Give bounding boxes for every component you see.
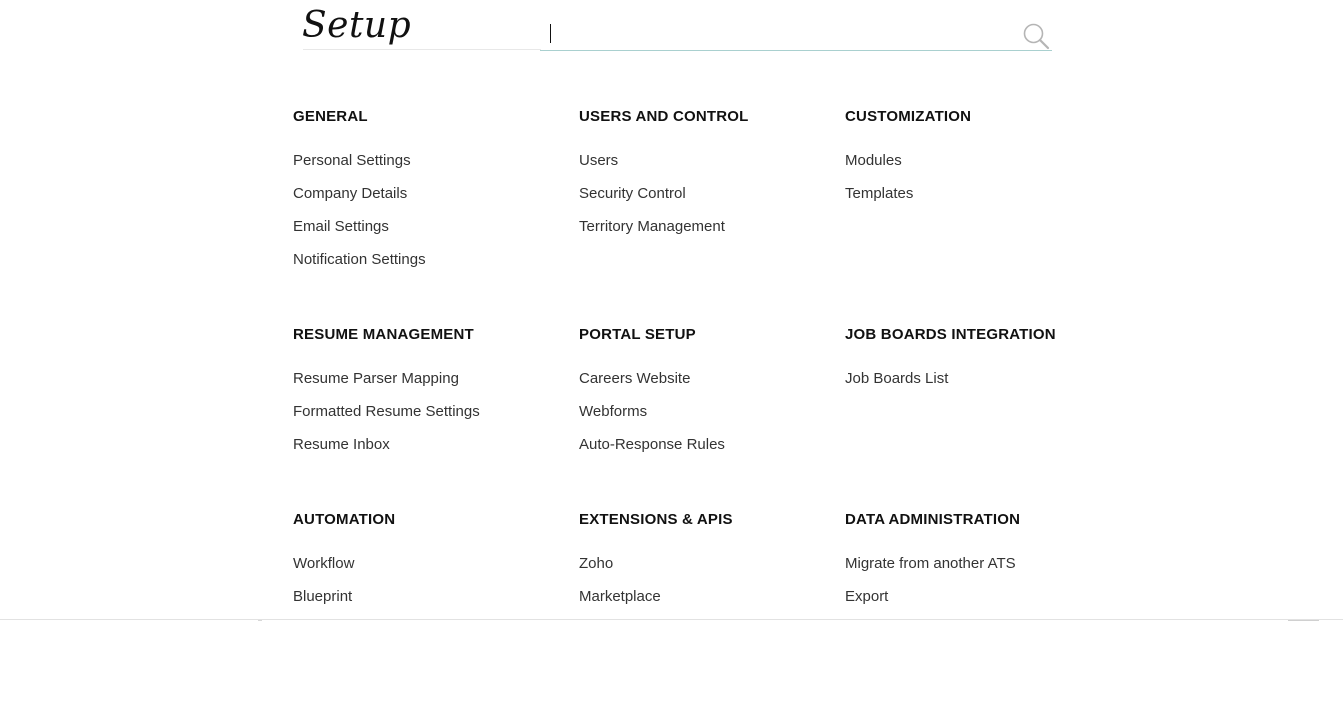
setup-page: Setup GENERAL Personal Settings Company … xyxy=(0,0,1343,720)
section-heading: EXTENSIONS & APIS xyxy=(579,511,733,528)
section-heading: USERS AND CONTROL xyxy=(579,108,749,125)
section-heading: AUTOMATION xyxy=(293,511,396,528)
search-input[interactable] xyxy=(550,18,1010,48)
section-automation: AUTOMATION Workflow Blueprint xyxy=(293,511,396,605)
title-divider xyxy=(303,49,541,50)
section-heading: PORTAL SETUP xyxy=(579,326,696,343)
section-links: Zoho Marketplace xyxy=(579,547,661,613)
link-templates[interactable]: Templates xyxy=(845,177,913,210)
link-export[interactable]: Export xyxy=(845,580,1016,613)
text-caret xyxy=(550,24,551,43)
link-zoho[interactable]: Zoho xyxy=(579,547,661,580)
page-title: Setup xyxy=(302,5,412,46)
link-resume-inbox[interactable]: Resume Inbox xyxy=(293,428,480,461)
link-marketplace[interactable]: Marketplace xyxy=(579,580,661,613)
link-resume-parser-mapping[interactable]: Resume Parser Mapping xyxy=(293,362,480,395)
section-links: Migrate from another ATS Export xyxy=(845,547,1016,613)
link-webforms[interactable]: Webforms xyxy=(579,395,725,428)
section-links: Resume Parser Mapping Formatted Resume S… xyxy=(293,362,480,461)
link-territory-management[interactable]: Territory Management xyxy=(579,210,725,243)
link-email-settings[interactable]: Email Settings xyxy=(293,210,426,243)
section-extensions-apis: EXTENSIONS & APIS Zoho Marketplace xyxy=(579,511,733,605)
section-resume-management: RESUME MANAGEMENT Resume Parser Mapping … xyxy=(293,326,480,453)
section-links: Workflow Blueprint xyxy=(293,547,354,613)
link-blueprint[interactable]: Blueprint xyxy=(293,580,354,613)
link-modules[interactable]: Modules xyxy=(845,144,913,177)
link-auto-response-rules[interactable]: Auto-Response Rules xyxy=(579,428,725,461)
link-personal-settings[interactable]: Personal Settings xyxy=(293,144,426,177)
scroll-indicator xyxy=(1288,620,1319,621)
footer-divider xyxy=(0,619,1343,620)
section-heading: CUSTOMIZATION xyxy=(845,108,972,125)
section-links: Job Boards List xyxy=(845,362,948,395)
search-icon[interactable] xyxy=(1022,22,1050,50)
section-portal-setup: PORTAL SETUP Careers Website Webforms Au… xyxy=(579,326,725,453)
link-job-boards-list[interactable]: Job Boards List xyxy=(845,362,948,395)
section-heading: RESUME MANAGEMENT xyxy=(293,326,474,343)
section-customization: CUSTOMIZATION Modules Templates xyxy=(845,108,972,202)
section-links: Users Security Control Territory Managem… xyxy=(579,144,725,243)
section-general: GENERAL Personal Settings Company Detail… xyxy=(293,108,426,268)
section-heading: DATA ADMINISTRATION xyxy=(845,511,1021,528)
link-users[interactable]: Users xyxy=(579,144,725,177)
link-migrate-from-another-ats[interactable]: Migrate from another ATS xyxy=(845,547,1016,580)
link-security-control[interactable]: Security Control xyxy=(579,177,725,210)
section-data-administration: DATA ADMINISTRATION Migrate from another… xyxy=(845,511,1021,605)
footer-mark xyxy=(258,620,262,621)
section-job-boards-integration: JOB BOARDS INTEGRATION Job Boards List xyxy=(845,326,1056,387)
section-heading: GENERAL xyxy=(293,108,368,125)
section-users-and-control: USERS AND CONTROL Users Security Control… xyxy=(579,108,749,235)
link-notification-settings[interactable]: Notification Settings xyxy=(293,243,426,276)
link-careers-website[interactable]: Careers Website xyxy=(579,362,725,395)
link-company-details[interactable]: Company Details xyxy=(293,177,426,210)
section-links: Careers Website Webforms Auto-Response R… xyxy=(579,362,725,461)
link-formatted-resume-settings[interactable]: Formatted Resume Settings xyxy=(293,395,480,428)
section-links: Personal Settings Company Details Email … xyxy=(293,144,426,276)
link-workflow[interactable]: Workflow xyxy=(293,547,354,580)
section-links: Modules Templates xyxy=(845,144,913,210)
search-bar[interactable] xyxy=(540,18,1052,51)
section-heading: JOB BOARDS INTEGRATION xyxy=(845,326,1056,343)
